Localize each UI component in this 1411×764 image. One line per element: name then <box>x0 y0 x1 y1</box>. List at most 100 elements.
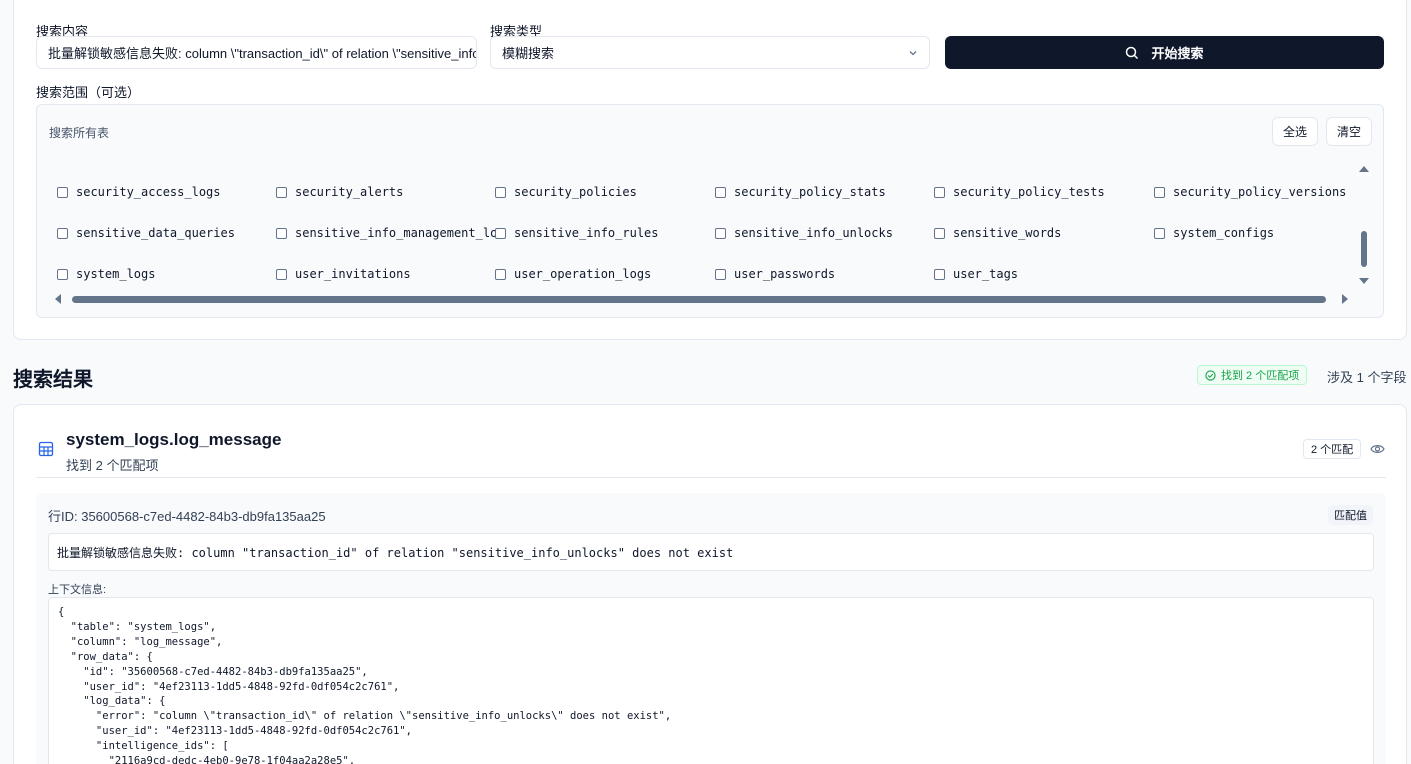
checkbox[interactable] <box>57 186 68 198</box>
table-icon <box>38 441 54 457</box>
table-checkbox-label: security_access_logs <box>76 185 221 199</box>
table-checkbox-label: system_configs <box>1173 226 1275 240</box>
checkbox[interactable] <box>715 186 726 198</box>
context-line: "error": "column \"transaction_id\" of r… <box>58 710 672 723</box>
start-search-button[interactable]: 开始搜索 <box>945 36 1384 69</box>
checkbox[interactable] <box>495 227 506 239</box>
table-checkbox-label: sensitive_info_unlocks <box>734 226 893 240</box>
scroll-up-arrow-icon[interactable] <box>1359 166 1369 172</box>
found-matches-text: 找到 2 个匹配项 <box>1221 370 1300 382</box>
search-all-tables-label: 搜索所有表 <box>49 126 110 140</box>
match-value-badge: 匹配值 <box>1328 505 1373 525</box>
context-line: "column": "log_message", <box>58 635 223 648</box>
horizontal-scrollbar[interactable] <box>55 293 1351 305</box>
checkbox[interactable] <box>495 268 506 280</box>
divider <box>36 477 1386 478</box>
table-checkbox-grid: security_access_logs_meta security_alert… <box>49 151 1361 291</box>
checkbox[interactable] <box>1154 186 1165 198</box>
table-checkbox-sensitive-words[interactable]: sensitive_words <box>934 226 1061 240</box>
search-type-value: 模糊搜索 <box>502 46 555 61</box>
context-line: "table": "system_logs", <box>58 620 217 633</box>
vertical-scroll-thumb[interactable] <box>1361 231 1367 267</box>
table-checkbox-system-configs[interactable]: system_configs <box>1154 226 1274 240</box>
table-checkbox-security-policies[interactable]: security_policies <box>495 185 637 199</box>
checkbox[interactable] <box>57 268 68 280</box>
checkbox[interactable] <box>276 186 287 198</box>
checkbox[interactable] <box>934 186 945 198</box>
table-checkbox-user-invitations[interactable]: user_invitations <box>276 267 411 281</box>
horizontal-scroll-thumb[interactable] <box>72 296 1326 303</box>
partial-table-row: security_access_logs_meta security_alert… <box>49 151 1361 157</box>
table-checkbox-security-policy-stats[interactable]: security_policy_stats <box>715 185 886 199</box>
chevron-down-icon <box>909 50 917 55</box>
checkbox[interactable] <box>1154 227 1165 239</box>
checkbox[interactable] <box>57 227 68 239</box>
table-checkbox-label: user_invitations <box>295 267 411 281</box>
search-scope-label: 搜索范围（可选） <box>36 85 141 100</box>
context-line: "log_data": { <box>58 695 166 708</box>
table-checkbox-security-alerts[interactable]: security_alerts <box>276 185 403 199</box>
checkbox[interactable] <box>276 268 287 280</box>
start-search-label: 开始搜索 <box>1151 46 1204 61</box>
table-checkbox-user-operation-logs[interactable]: user_operation_logs <box>495 267 651 281</box>
table-checkbox-sensitive-data-queries[interactable]: sensitive_data_queries <box>57 226 235 240</box>
table-checkbox-label: security_policy_tests <box>953 185 1105 199</box>
context-line: "user_id": "4ef23113-1dd5-4848-92fd-0df0… <box>58 680 400 693</box>
context-line: "row_data": { <box>58 650 153 663</box>
table-checkbox-label: user_tags <box>953 267 1019 281</box>
checkbox[interactable] <box>715 227 726 239</box>
select-all-button[interactable]: 全选 <box>1272 117 1319 146</box>
context-json-block: { "table": "system_logs", "column": "log… <box>48 597 1374 764</box>
vertical-scrollbar[interactable] <box>1358 165 1370 285</box>
table-checkbox-label: user_operation_logs <box>514 267 652 281</box>
fields-involved-text: 涉及 1 个字段 <box>1327 370 1407 385</box>
scroll-left-arrow-icon[interactable] <box>55 294 61 304</box>
checkbox[interactable] <box>934 268 945 280</box>
match-count-badge: 2 个匹配 <box>1303 439 1362 459</box>
checkbox[interactable] <box>276 227 287 239</box>
context-line: "id": "35600568-c7ed-4482-84b3-db9fa135a… <box>58 665 368 678</box>
table-checkbox-security-access-logs[interactable]: security_access_logs <box>57 185 221 199</box>
search-scope-panel: 搜索所有表 全选 清空 security_access_logs_meta se… <box>36 104 1384 318</box>
checkbox[interactable] <box>495 186 506 198</box>
result-field-subtitle: 找到 2 个匹配项 <box>66 458 159 473</box>
checkbox[interactable] <box>934 227 945 239</box>
table-checkbox-label: sensitive_words <box>953 226 1062 240</box>
result-field-title: system_logs.log_message <box>66 430 282 449</box>
table-checkbox-sensitive-info-management-logs[interactable]: sensitive_info_management_logs <box>276 226 495 240</box>
search-panel: 搜索内容 批量解锁敏感信息失败: column \"transaction_id… <box>13 0 1407 340</box>
table-checkbox-label: security_alerts <box>295 185 404 199</box>
context-line: "user_id": "4ef23113-1dd5-4848-92fd-0df0… <box>58 725 413 738</box>
search-content-input[interactable]: 批量解锁敏感信息失败: column \"transaction_id\" of… <box>36 36 477 69</box>
match-item: 行ID: 35600568-c7ed-4482-84b3-db9fa135aa2… <box>36 493 1386 764</box>
table-checkbox-label: security_policy_versions <box>1173 185 1347 199</box>
scroll-right-arrow-icon[interactable] <box>1342 294 1348 304</box>
table-checkbox-sensitive-info-rules[interactable]: sensitive_info_rules <box>495 226 659 240</box>
table-checkbox-label: user_passwords <box>734 267 836 281</box>
search-results-title: 搜索结果 <box>13 369 93 391</box>
found-matches-badge: 找到 2 个匹配项 <box>1197 365 1308 385</box>
row-id: 行ID: 35600568-c7ed-4482-84b3-db9fa135aa2… <box>48 509 326 524</box>
clear-button[interactable]: 清空 <box>1326 117 1373 146</box>
table-checkbox-user-tags[interactable]: user_tags <box>934 267 1018 281</box>
context-info-label: 上下文信息: <box>48 584 107 596</box>
result-group-card: system_logs.log_message 找到 2 个匹配项 2 个匹配 … <box>13 404 1407 764</box>
table-checkbox-label: security_policies <box>514 185 637 199</box>
table-checkbox-security-policy-tests[interactable]: security_policy_tests <box>934 185 1105 199</box>
scroll-down-arrow-icon[interactable] <box>1359 278 1369 284</box>
search-type-select[interactable]: 模糊搜索 <box>490 36 930 69</box>
context-line: "2116a9cd-dedc-4eb0-9e78-1f04aa2a28e5", <box>58 755 356 764</box>
table-checkbox-label: sensitive_data_queries <box>76 226 235 240</box>
checkbox[interactable] <box>715 268 726 280</box>
context-line: "intelligence_ids": [ <box>58 740 229 753</box>
table-checkbox-system-logs[interactable]: system_logs <box>57 267 155 281</box>
context-line: { <box>58 606 65 618</box>
table-checkbox-sensitive-info-unlocks[interactable]: sensitive_info_unlocks <box>715 226 893 240</box>
table-checkbox-security-policy-versions[interactable]: security_policy_versions <box>1154 185 1346 199</box>
eye-icon[interactable] <box>1370 443 1385 455</box>
table-checkbox-label: system_logs <box>76 267 156 281</box>
table-checkbox-user-passwords[interactable]: user_passwords <box>715 267 835 281</box>
check-circle-icon <box>1205 369 1216 381</box>
matched-value-text: 批量解锁敏感信息失败: column "transaction_id" of r… <box>48 533 1374 571</box>
table-checkbox-label: security_policy_stats <box>734 185 886 199</box>
